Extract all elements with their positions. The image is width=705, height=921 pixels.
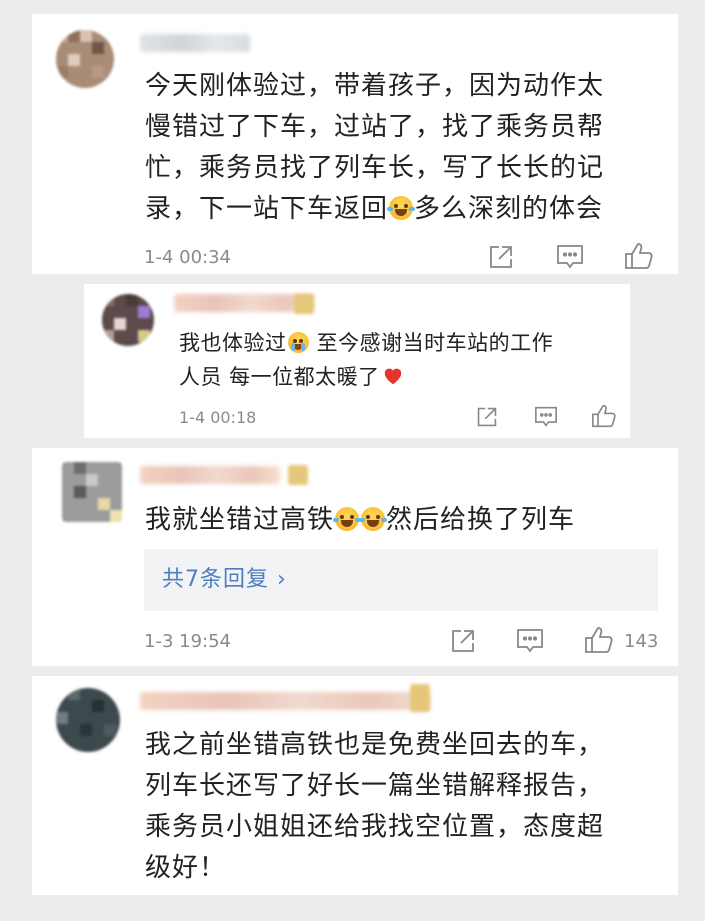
comment-icon[interactable] [556,244,584,270]
laugh-cry-emoji [359,507,388,531]
like-icon[interactable] [584,626,614,654]
user-badge [294,294,314,314]
avatar[interactable] [56,30,114,88]
username-blurred[interactable] [140,692,430,710]
red-heart-emoji [384,368,401,385]
username-blurred[interactable] [174,294,314,312]
comment-text: 我就坐错过高铁 然后给换了列车 [145,505,576,535]
username-blurred[interactable] [140,34,250,52]
timestamp: 1-4 00:34 [144,247,231,268]
timestamp: 1-4 00:18 [179,408,257,427]
like-icon[interactable] [591,404,617,428]
like-icon[interactable] [624,242,654,270]
comment-icon[interactable] [534,406,558,428]
comment-icon[interactable] [516,628,544,654]
laugh-cry-emoji [387,196,416,220]
avatar[interactable] [102,294,154,346]
comment-card-1: 今天刚体验过，带着孩子，因为动作太 慢错过了下车，过站了，找了乘务员帮 忙，乘务… [32,14,678,274]
crying-emoji [287,332,309,353]
reply-card: 我也体验过 至今感谢当时车站的工作 人员 每一位都太暖了 1-4 00:18 [84,284,630,438]
comment-card-3: 我就坐错过高铁 然后给换了列车 共7条回复 › 1-3 19:54 143 [32,448,678,666]
comment-text: 我也体验过 至今感谢当时车站的工作 人员 每一位都太暖了 [179,331,554,389]
share-icon[interactable] [450,628,476,654]
laugh-cry-emoji [333,507,362,531]
comment-card-4: 我之前坐错高铁也是免费坐回去的车， 列车长还写了好长一篇坐错解释报告， 乘务员小… [32,676,678,895]
replies-box[interactable]: 共7条回复 › [144,549,658,611]
view-replies-link[interactable]: 共7条回复 › [162,567,287,593]
username-blurred[interactable] [140,466,280,484]
comment-text: 我之前坐错高铁也是免费坐回去的车， 列车长还写了好长一篇坐错解释报告， 乘务员小… [145,730,605,883]
share-icon[interactable] [488,244,514,270]
avatar[interactable] [62,462,122,522]
like-count: 143 [624,631,659,652]
user-badge [410,684,430,712]
comment-text: 今天刚体验过，带着孩子，因为动作太 慢错过了下车，过站了，找了乘务员帮 忙，乘务… [145,71,605,224]
user-badge [288,465,308,485]
avatar[interactable] [56,688,120,752]
timestamp: 1-3 19:54 [144,631,231,652]
share-icon[interactable] [476,406,498,428]
